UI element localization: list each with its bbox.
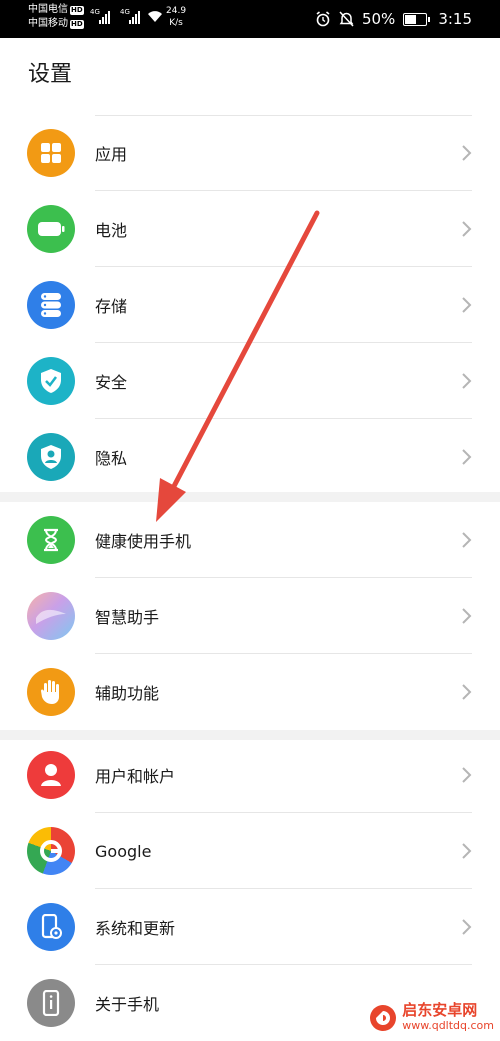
carrier-2: 中国移动: [28, 18, 68, 29]
google-icon: [27, 827, 75, 875]
chevron-right-icon: [462, 843, 472, 859]
settings-item-label: 智慧助手: [95, 608, 160, 627]
chevron-right-icon: [462, 373, 472, 389]
hd-badge-1: HD: [70, 5, 84, 15]
settings-item-accessibility[interactable]: 辅助功能: [0, 654, 500, 730]
battery-percent: 50%: [361, 10, 396, 28]
clock: 3:15: [438, 10, 472, 28]
watermark-title: 启东安卓网: [402, 1001, 478, 1019]
settings-item-label: Google: [95, 841, 152, 861]
watermark-logo-icon: [370, 1005, 397, 1031]
settings-item-smart-assistant[interactable]: 智慧助手: [0, 578, 500, 654]
settings-item-label: 关于手机: [95, 995, 160, 1014]
hand-icon: [27, 668, 75, 716]
chevron-right-icon: [462, 297, 472, 313]
battery-icon: [403, 12, 431, 26]
signal-indicators: 4G 4G: [90, 8, 144, 26]
settings-item-battery[interactable]: 电池: [0, 191, 500, 267]
chevron-right-icon: [462, 608, 472, 624]
settings-item-label: 电池: [95, 221, 128, 240]
security-shield-icon: [27, 357, 75, 405]
settings-item-label: 系统和更新: [95, 919, 176, 938]
chevron-right-icon: [462, 684, 472, 700]
settings-item-privacy[interactable]: 隐私: [0, 419, 500, 495]
settings-item-label: 辅助功能: [95, 684, 160, 703]
settings-item-security[interactable]: 安全: [0, 343, 500, 419]
settings-item-label: 隐私: [95, 449, 128, 468]
settings-item-apps[interactable]: 应用: [0, 115, 500, 191]
settings-item-label: 安全: [95, 373, 128, 392]
settings-item-google[interactable]: Google: [0, 813, 500, 889]
apps-icon: [27, 129, 75, 177]
carrier-info: 中国电信 HD 中国移动 HD: [28, 3, 84, 31]
settings-item-label: 健康使用手机: [95, 532, 192, 551]
page-title: 设置: [28, 62, 73, 87]
hd-badge-2: HD: [70, 19, 84, 29]
chevron-right-icon: [462, 145, 472, 161]
speed-value: 24.9: [166, 6, 187, 16]
system-update-icon: [27, 903, 75, 951]
privacy-icon: [27, 433, 75, 481]
settings-item-storage[interactable]: 存储: [0, 267, 500, 343]
settings-group-1: 应用 电池 存储 安全 隐私: [0, 115, 500, 495]
settings-item-users-accounts[interactable]: 用户和帐户: [0, 737, 500, 813]
network-speed: 24.9 K/s: [166, 5, 186, 29]
about-phone-icon: [27, 979, 75, 1027]
storage-icon: [27, 281, 75, 329]
signal-strength-icon: 4G: [90, 8, 114, 26]
watermark: 启东安卓网 www.qdltdq.com: [370, 1003, 494, 1033]
settings-item-label: 用户和帐户: [95, 767, 176, 786]
settings-item-label: 应用: [95, 145, 128, 164]
carrier-1: 中国电信: [28, 4, 68, 15]
settings-item-digital-balance[interactable]: 健康使用手机: [0, 502, 500, 578]
watermark-url: www.qdltdq.com: [402, 1019, 494, 1032]
chevron-right-icon: [462, 532, 472, 548]
settings-group-2: 健康使用手机 智慧助手 辅助功能: [0, 502, 500, 730]
status-bar: 中国电信 HD 中国移动 HD 4G 4G 24.9 K/s 50% 3:15: [0, 0, 500, 38]
chevron-right-icon: [462, 449, 472, 465]
section-separator: [0, 492, 500, 502]
battery-icon: [27, 205, 75, 253]
wifi-icon: [148, 11, 162, 22]
chevron-right-icon: [462, 221, 472, 237]
chevron-right-icon: [462, 919, 472, 935]
settings-item-label: 存储: [95, 297, 128, 316]
speed-unit: K/s: [169, 18, 183, 28]
chevron-right-icon: [462, 767, 472, 783]
smart-assistant-icon: [27, 592, 75, 640]
signal-strength-icon: 4G: [120, 8, 144, 26]
mute-bell-icon: [339, 11, 354, 27]
settings-group-3: 用户和帐户 Google 系统和更新 关于手机: [0, 737, 500, 1041]
user-icon: [27, 751, 75, 799]
alarm-icon: [316, 11, 330, 27]
hourglass-icon: [27, 516, 75, 564]
settings-item-system-update[interactable]: 系统和更新: [0, 889, 500, 965]
